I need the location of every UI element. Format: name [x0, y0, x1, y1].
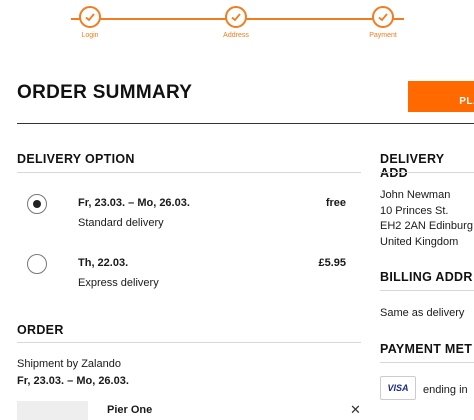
- divider: [380, 172, 474, 173]
- delivery-option-standard[interactable]: Fr, 23.03. – Mo, 26.03. Standard deliver…: [17, 194, 357, 244]
- close-icon[interactable]: ✕: [350, 402, 361, 418]
- billing-address-text: Same as delivery: [380, 307, 465, 319]
- divider: [380, 290, 474, 291]
- step-address[interactable]: Address: [206, 6, 266, 39]
- address-payment-column: DELIVERY ADD John Newman 10 Princes St. …: [380, 0, 474, 420]
- shipment-by: Shipment by Zalando: [17, 358, 121, 370]
- order-heading: ORDER: [17, 323, 64, 337]
- delivery-name: Standard delivery: [78, 217, 164, 229]
- delivery-option-express[interactable]: Th, 22.03. Express delivery £5.95: [17, 254, 357, 304]
- radio-selected-dot: [33, 200, 41, 208]
- radio-button[interactable]: [27, 254, 47, 274]
- page-title: ORDER SUMMARY: [17, 82, 193, 103]
- delivery-name: Express delivery: [78, 277, 159, 289]
- divider: [380, 362, 474, 363]
- checkmark-icon: [225, 6, 247, 28]
- product-brand: Pier One: [107, 404, 153, 416]
- payment-card-text: ending in: [423, 384, 468, 396]
- address-line: United Kingdom: [380, 236, 459, 248]
- step-label: Login: [81, 32, 99, 39]
- delivery-price: £5.95: [318, 257, 346, 269]
- delivery-option-heading: DELIVERY OPTION: [17, 152, 135, 166]
- payment-method-heading: PAYMENT MET: [380, 342, 473, 356]
- step-login[interactable]: Login: [60, 6, 120, 39]
- checkmark-icon: [79, 6, 101, 28]
- divider: [17, 342, 361, 343]
- product-thumbnail: [17, 401, 88, 420]
- delivery-date: Th, 22.03.: [78, 257, 129, 269]
- delivery-date: Fr, 23.03. – Mo, 26.03.: [78, 197, 190, 209]
- step-label: Address: [223, 32, 249, 39]
- radio-button[interactable]: [27, 194, 47, 214]
- shipment-dates: Fr, 23.03. – Mo, 26.03.: [17, 375, 129, 387]
- visa-card-icon: VISA: [380, 376, 416, 400]
- address-line: John Newman: [380, 189, 451, 201]
- address-line: EH2 2AN Edinburg: [380, 220, 473, 232]
- divider: [17, 172, 361, 173]
- delivery-price: free: [325, 197, 346, 209]
- address-line: 10 Princes St.: [380, 205, 449, 217]
- delivery-address-heading: DELIVERY ADD: [380, 152, 445, 180]
- billing-address-heading: BILLING ADDR: [380, 270, 473, 284]
